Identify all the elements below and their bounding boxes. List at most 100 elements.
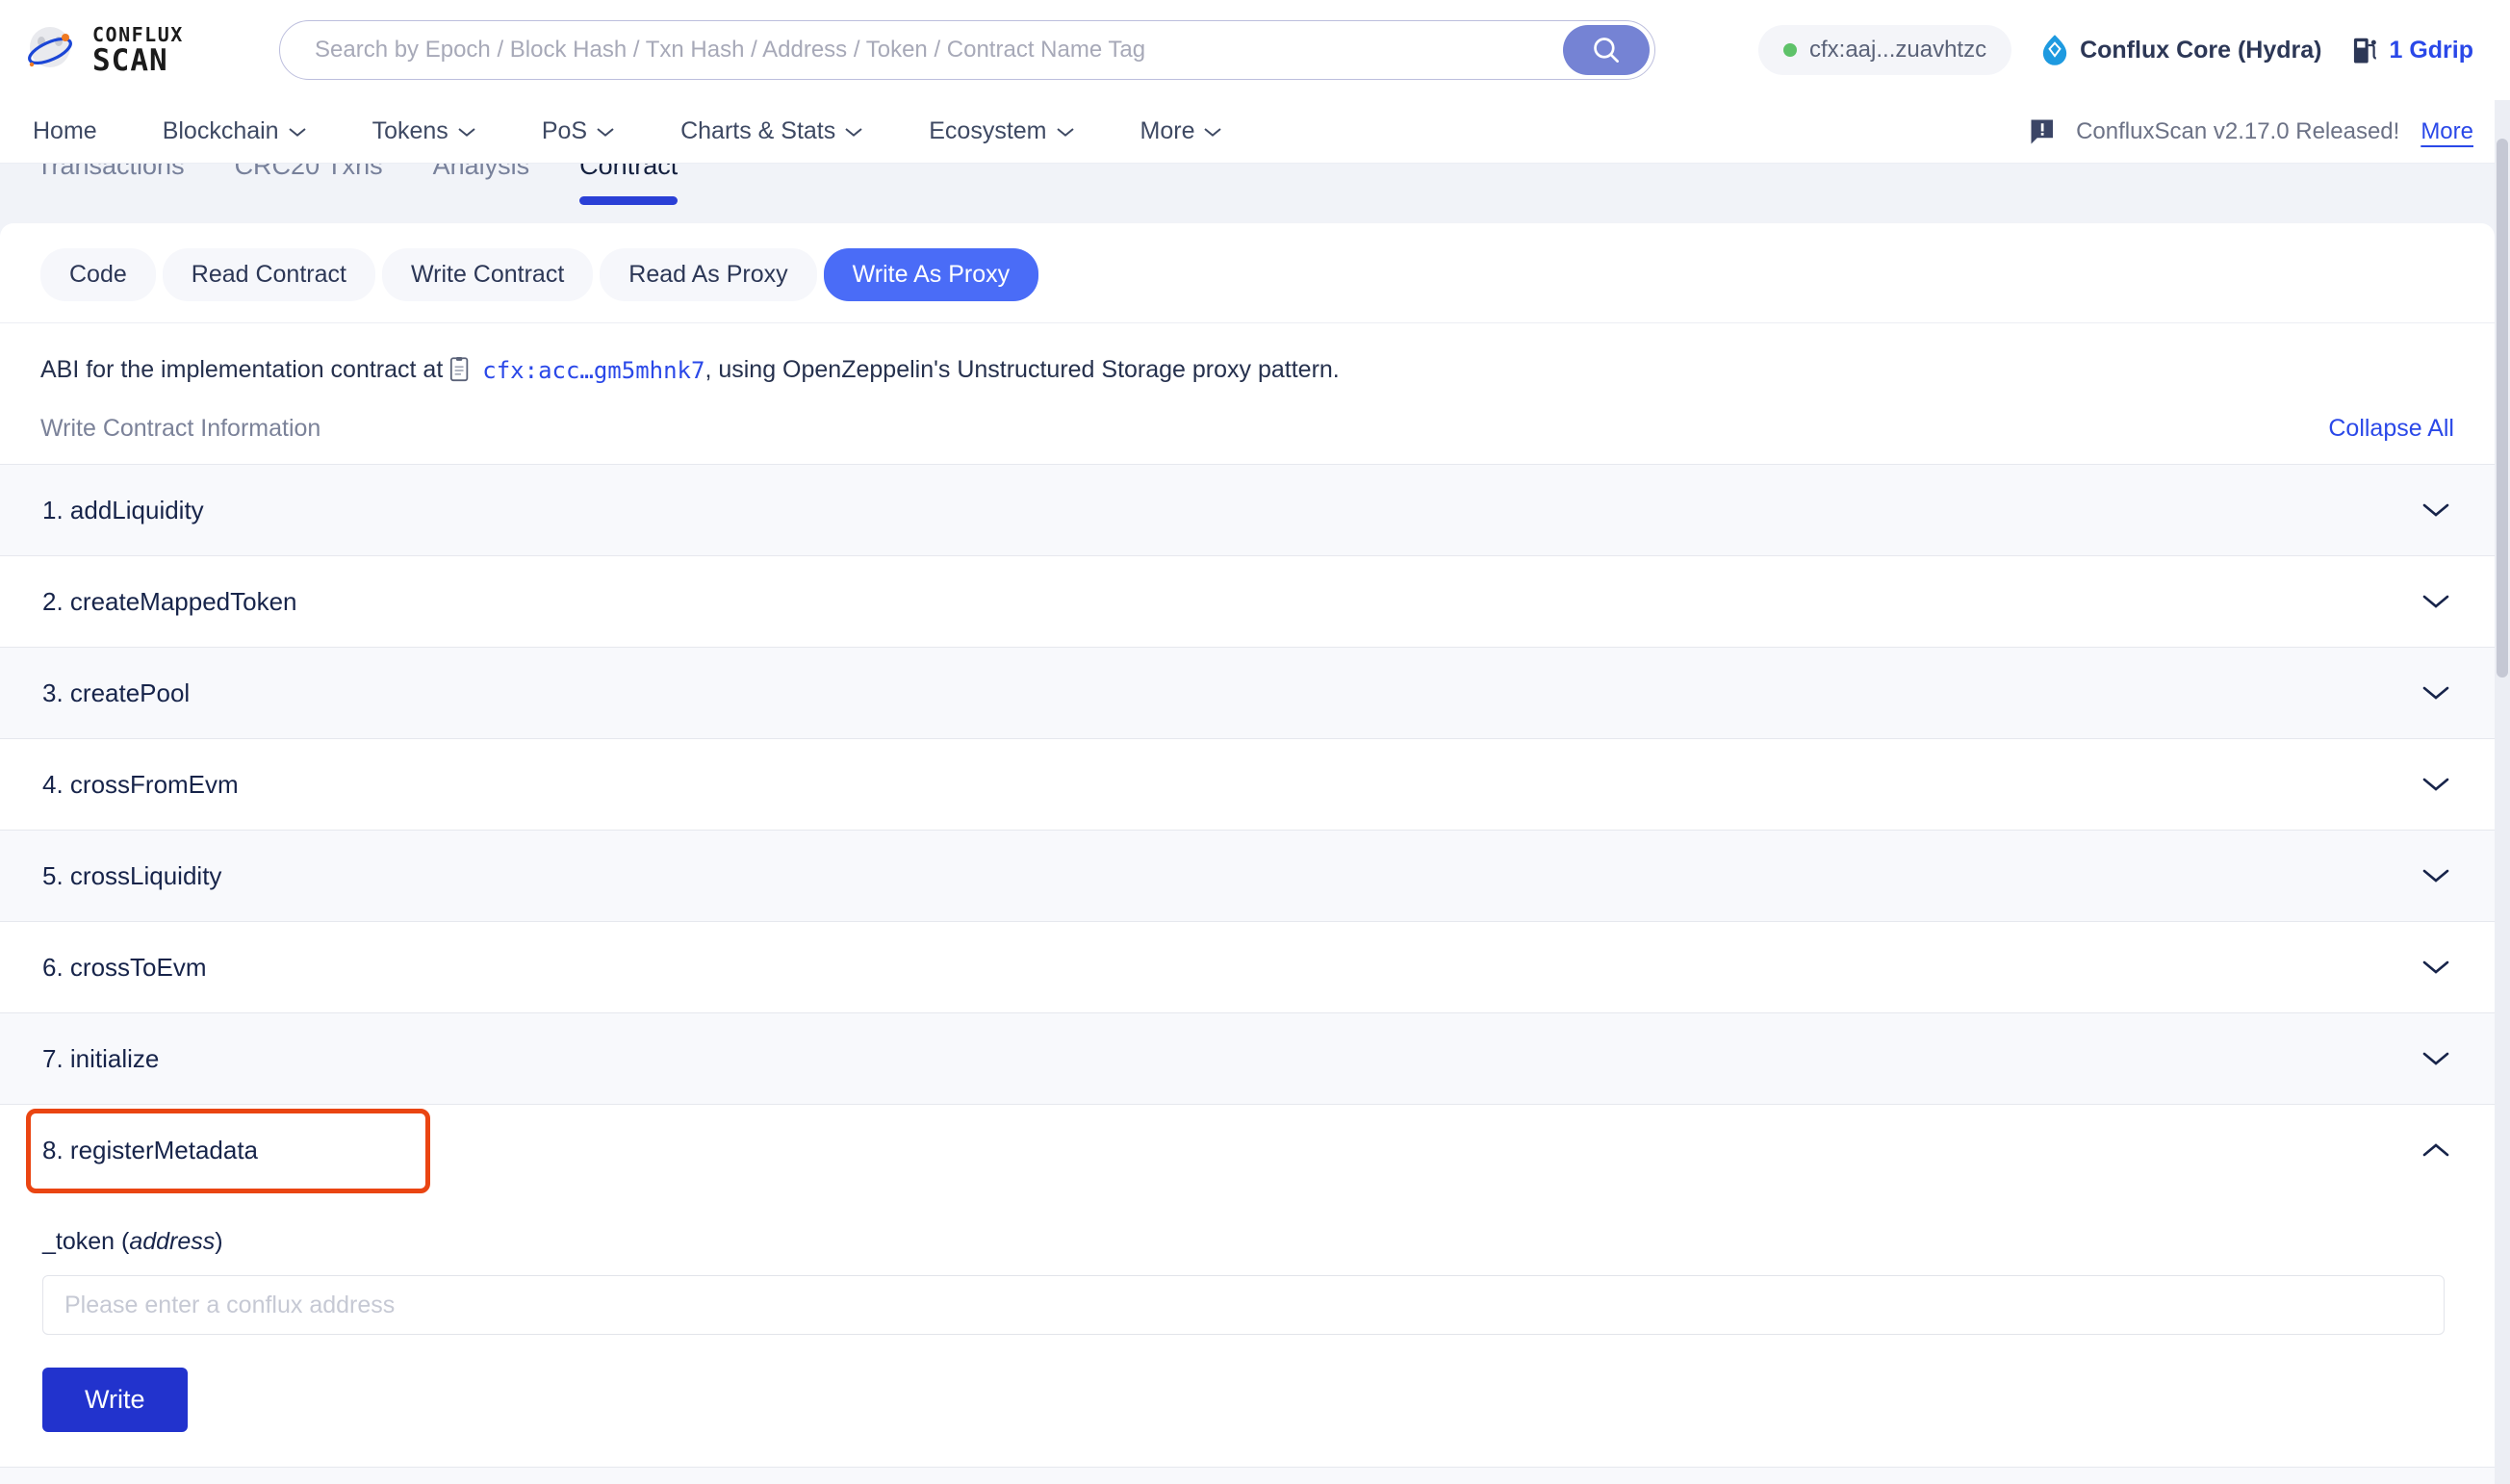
chevron-down-icon[interactable]: [2421, 776, 2450, 793]
function-header[interactable]: 3. createPool: [0, 648, 2495, 738]
function-header[interactable]: 7. initialize: [0, 1013, 2495, 1104]
nav-item-pos[interactable]: PoS: [509, 117, 648, 145]
page-scrollbar-thumb[interactable]: [2497, 139, 2508, 678]
abi-note-prefix: ABI for the implementation contract at: [40, 356, 443, 384]
chevron-down-icon: [596, 126, 615, 138]
chevron-down-icon: [1203, 126, 1222, 138]
function-header[interactable]: 4. crossFromEvm: [0, 739, 2495, 830]
nav-label: Tokens: [372, 117, 448, 145]
function-header[interactable]: 1. addLiquidity: [0, 465, 2495, 555]
abi-note-suffix: , using OpenZeppelin's Unstructured Stor…: [704, 356, 1339, 384]
nav-item-home[interactable]: Home: [0, 117, 130, 145]
tab-contract[interactable]: Contract: [554, 164, 703, 223]
function-accordion-list: 1. addLiquidity 2. createMappedToken 3. …: [0, 464, 2495, 1484]
tab-analysis[interactable]: Analysis: [408, 164, 555, 223]
status-dot-icon: [1783, 43, 1797, 57]
contract-subtab-row: Code Read Contract Write Contract Read A…: [0, 223, 2495, 323]
write-button[interactable]: Write: [42, 1368, 188, 1432]
subtab-read-contract[interactable]: Read Contract: [163, 248, 375, 301]
gas-pump-icon: [2350, 35, 2379, 65]
announcement-more-link[interactable]: More: [2420, 118, 2473, 145]
abi-implementation-note: ABI for the implementation contract at c…: [0, 323, 2495, 384]
function-header[interactable]: 8. registerMetadata: [0, 1105, 2495, 1195]
function-item-registermetadata: 8. registerMetadata _token (address) Wri…: [0, 1105, 2495, 1484]
network-label: Conflux Core (Hydra): [2080, 37, 2321, 64]
tab-transactions[interactable]: Transactions: [12, 164, 210, 223]
chevron-down-icon[interactable]: [2421, 501, 2450, 519]
subtab-code[interactable]: Code: [40, 248, 156, 301]
nav-label: Ecosystem: [929, 117, 1046, 145]
account-pill[interactable]: cfx:aaj...zuavhtzc: [1758, 25, 2011, 75]
function-label: 8. registerMetadata: [42, 1136, 258, 1165]
gas-price-indicator[interactable]: 1 Gdrip: [2350, 35, 2473, 65]
chevron-down-icon[interactable]: [2421, 684, 2450, 702]
network-selector[interactable]: Conflux Core (Hydra): [2040, 34, 2321, 66]
function-item-crossfromevm: 4. crossFromEvm: [0, 739, 2495, 831]
active-tab-underline: [579, 196, 678, 205]
function-header[interactable]: 6. crossToEvm: [0, 922, 2495, 1012]
conflux-planet-icon: [19, 22, 83, 78]
chevron-down-icon: [844, 126, 863, 138]
header-right-group: cfx:aaj...zuavhtzc Conflux Core (Hydra) …: [1758, 25, 2473, 75]
announcement-icon: [2029, 117, 2058, 146]
token-address-input[interactable]: [42, 1275, 2445, 1335]
param-type: address: [129, 1228, 215, 1255]
nav-item-charts-stats[interactable]: Charts & Stats: [648, 117, 896, 145]
function-item-initialize: 7. initialize: [0, 1013, 2495, 1105]
function-label: 3. createPool: [42, 678, 190, 708]
subtab-read-as-proxy[interactable]: Read As Proxy: [600, 248, 816, 301]
function-label: 2. createMappedToken: [42, 587, 297, 617]
write-contract-information-title: Write Contract Information: [40, 415, 320, 443]
function-header[interactable]: 5. crossLiquidity: [0, 831, 2495, 921]
function-label: 1. addLiquidity: [42, 496, 204, 525]
tab-label: Analysis: [433, 164, 530, 181]
main-navigation: Home Blockchain Tokens PoS Charts & Stat…: [0, 100, 2510, 164]
chevron-down-icon: [457, 126, 476, 138]
chevron-down-icon[interactable]: [2421, 959, 2450, 976]
param-label-token: _token (address): [42, 1228, 2452, 1256]
function-item-createpool: 3. createPool: [0, 648, 2495, 739]
implementation-address-link[interactable]: cfx:acc…gm5mhnk7: [482, 357, 704, 384]
conflux-network-icon: [2040, 34, 2069, 66]
tab-label: Transactions: [37, 164, 185, 181]
nav-label: Charts & Stats: [680, 117, 835, 145]
logo-text-conflux: CONFLUX: [92, 25, 184, 44]
search-input[interactable]: [279, 20, 1655, 80]
function-label: 5. crossLiquidity: [42, 861, 221, 891]
accordion-footer-divider: [0, 1467, 2495, 1484]
function-header[interactable]: 2. createMappedToken: [0, 556, 2495, 647]
copy-icon[interactable]: [449, 357, 473, 384]
subtab-write-as-proxy[interactable]: Write As Proxy: [824, 248, 1038, 301]
param-name: _token (: [42, 1228, 129, 1255]
announcement-banner: ConfluxScan v2.17.0 Released!: [2029, 117, 2399, 146]
page-tab-bar: Transactions CRC20 Txns Analysis Contrac…: [0, 164, 2510, 223]
site-logo[interactable]: CONFLUX SCAN: [19, 22, 241, 78]
tab-label: CRC20 Txns: [235, 164, 383, 181]
nav-item-ecosystem[interactable]: Ecosystem: [896, 117, 1107, 145]
chevron-down-icon[interactable]: [2421, 593, 2450, 610]
chevron-down-icon[interactable]: [2421, 867, 2450, 884]
function-item-crossliquidity: 5. crossLiquidity: [0, 831, 2495, 922]
nav-item-tokens[interactable]: Tokens: [340, 117, 509, 145]
subtab-write-contract[interactable]: Write Contract: [382, 248, 593, 301]
nav-item-more[interactable]: More: [1108, 117, 1256, 145]
chevron-down-icon: [288, 126, 307, 138]
site-header: CONFLUX SCAN cfx:aaj...zuavhtzc Conflux …: [0, 0, 2510, 100]
contract-card: Code Read Contract Write Contract Read A…: [0, 223, 2495, 1484]
function-label: 7. initialize: [42, 1044, 159, 1074]
param-close-paren: ): [215, 1228, 222, 1255]
chevron-up-icon[interactable]: [2421, 1141, 2450, 1159]
page-scrollbar-track[interactable]: [2495, 100, 2510, 1484]
search-button[interactable]: [1563, 25, 1650, 75]
collapse-all-link[interactable]: Collapse All: [2328, 415, 2454, 443]
write-contract-info-row: Write Contract Information Collapse All: [0, 384, 2495, 464]
nav-right-group: ConfluxScan v2.17.0 Released! More: [2029, 117, 2473, 146]
announcement-text: ConfluxScan v2.17.0 Released!: [2076, 118, 2399, 145]
chevron-down-icon: [1056, 126, 1075, 138]
tab-crc20-txns[interactable]: CRC20 Txns: [210, 164, 408, 223]
nav-item-blockchain[interactable]: Blockchain: [130, 117, 340, 145]
nav-label: Blockchain: [163, 117, 279, 145]
function-item-addliquidity: 1. addLiquidity: [0, 465, 2495, 556]
chevron-down-icon[interactable]: [2421, 1050, 2450, 1067]
logo-text-scan: SCAN: [92, 46, 184, 76]
